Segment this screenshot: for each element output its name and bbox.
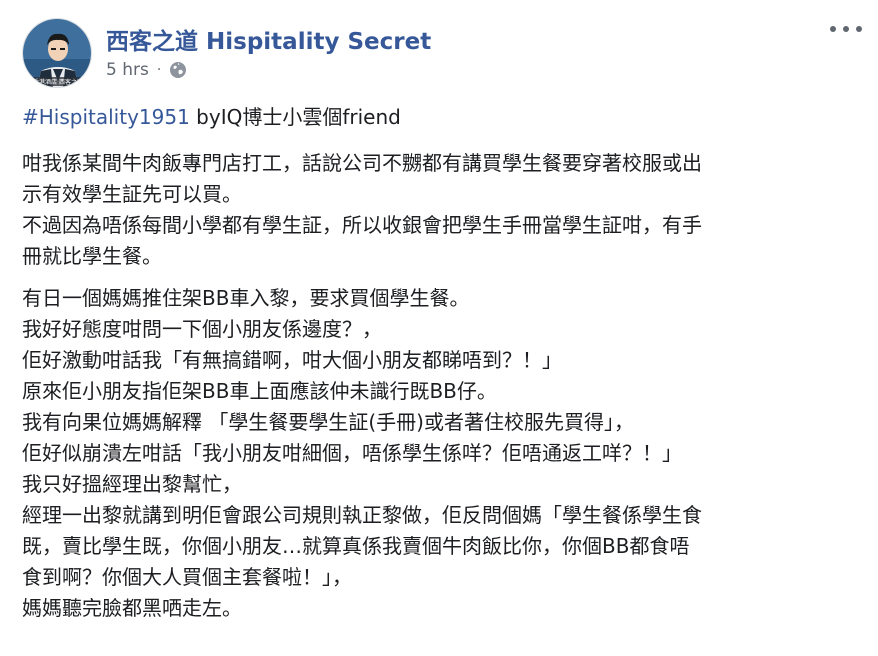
post-text-line: 冊就比學生餐。 bbox=[22, 244, 162, 268]
post-text-line: 示有效學生証先可以買。 bbox=[22, 182, 242, 206]
post-body: #Hispitality1951 byIQ博士小雲個friend 咁我係某間牛肉… bbox=[22, 102, 862, 635]
post-text-line: 我有向果位媽媽解釋 「學生餐要學生証(手冊)或者著住校服先買得」， bbox=[22, 410, 634, 434]
post-text-line: 食到啊？你個大人買個主套餐啦！」， bbox=[22, 565, 352, 589]
post-title-suffix: byIQ博士小雲個friend bbox=[189, 105, 401, 129]
meta-separator: · bbox=[156, 62, 162, 78]
post-text-line: 咁我係某間牛肉飯專門店打工，話說公司不嬲都有講買學生餐要穿著校服或出 bbox=[22, 151, 702, 175]
hashtag-link[interactable]: #Hispitality1951 bbox=[22, 105, 190, 129]
avatar-caption: 香港酒店 西客之道 bbox=[33, 78, 83, 86]
post-meta: 5 hrs · bbox=[106, 58, 187, 82]
post-text-line: 佢好似崩潰左咁話「我小朋友咁細個，唔係學生係咩？佢唔通返工咩？！」 bbox=[22, 441, 682, 465]
page-name-link[interactable]: 西客之道 Hispitality Secret bbox=[106, 22, 431, 56]
post-title-line: #Hispitality1951 byIQ博士小雲個friend bbox=[22, 102, 862, 133]
more-options-icon[interactable] bbox=[830, 22, 862, 36]
post-header: 香港酒店 西客之道 西客之道 Hispitality Secret 5 hrs … bbox=[22, 18, 878, 88]
post-text-line: 經理一出黎就講到明佢會跟公司規則執正黎做，佢反問個媽「學生餐係學生食 bbox=[22, 503, 702, 527]
facebook-post: 香港酒店 西客之道 西客之道 Hispitality Secret 5 hrs … bbox=[0, 0, 878, 656]
post-paragraph-2: 有日一個媽媽推住架BB車入黎，要求買個學生餐。 我好好態度咁問一下個小朋友係邊度… bbox=[22, 283, 862, 624]
post-paragraph-1: 咁我係某間牛肉飯專門店打工，話說公司不嬲都有講買學生餐要穿著校服或出 示有效學生… bbox=[22, 148, 862, 272]
post-text-line: 我好好態度咁問一下個小朋友係邊度？， bbox=[22, 317, 382, 341]
post-text-line: 既，賣比學生既，你個小朋友…就算真係我賣個牛肉飯比你，你個BB都食唔 bbox=[22, 534, 690, 558]
post-text-line: 佢好激動咁話我「有無搞錯啊，咁大個小朋友都睇唔到？！」 bbox=[22, 348, 562, 372]
globe-icon[interactable] bbox=[169, 61, 187, 79]
more-dot bbox=[830, 26, 836, 32]
post-text-line: 原來佢小朋友指佢架BB車上面應該仲未識行既BB仔。 bbox=[22, 379, 497, 403]
avatar-illustration: 香港酒店 西客之道 bbox=[23, 19, 91, 87]
post-text-line: 有日一個媽媽推住架BB車入黎，要求買個學生餐。 bbox=[22, 286, 470, 310]
page-avatar[interactable]: 香港酒店 西客之道 bbox=[22, 18, 92, 88]
post-text-line: 媽媽聽完臉都黑哂走左。 bbox=[22, 596, 242, 620]
more-dot bbox=[843, 26, 849, 32]
more-dot bbox=[856, 26, 862, 32]
post-text-line: 我只好搵經理出黎幫忙， bbox=[22, 472, 242, 496]
post-text-line: 不過因為唔係每間小學都有學生証，所以收銀會把學生手冊當學生証咁，有手 bbox=[22, 213, 702, 237]
post-timestamp[interactable]: 5 hrs bbox=[106, 60, 149, 80]
